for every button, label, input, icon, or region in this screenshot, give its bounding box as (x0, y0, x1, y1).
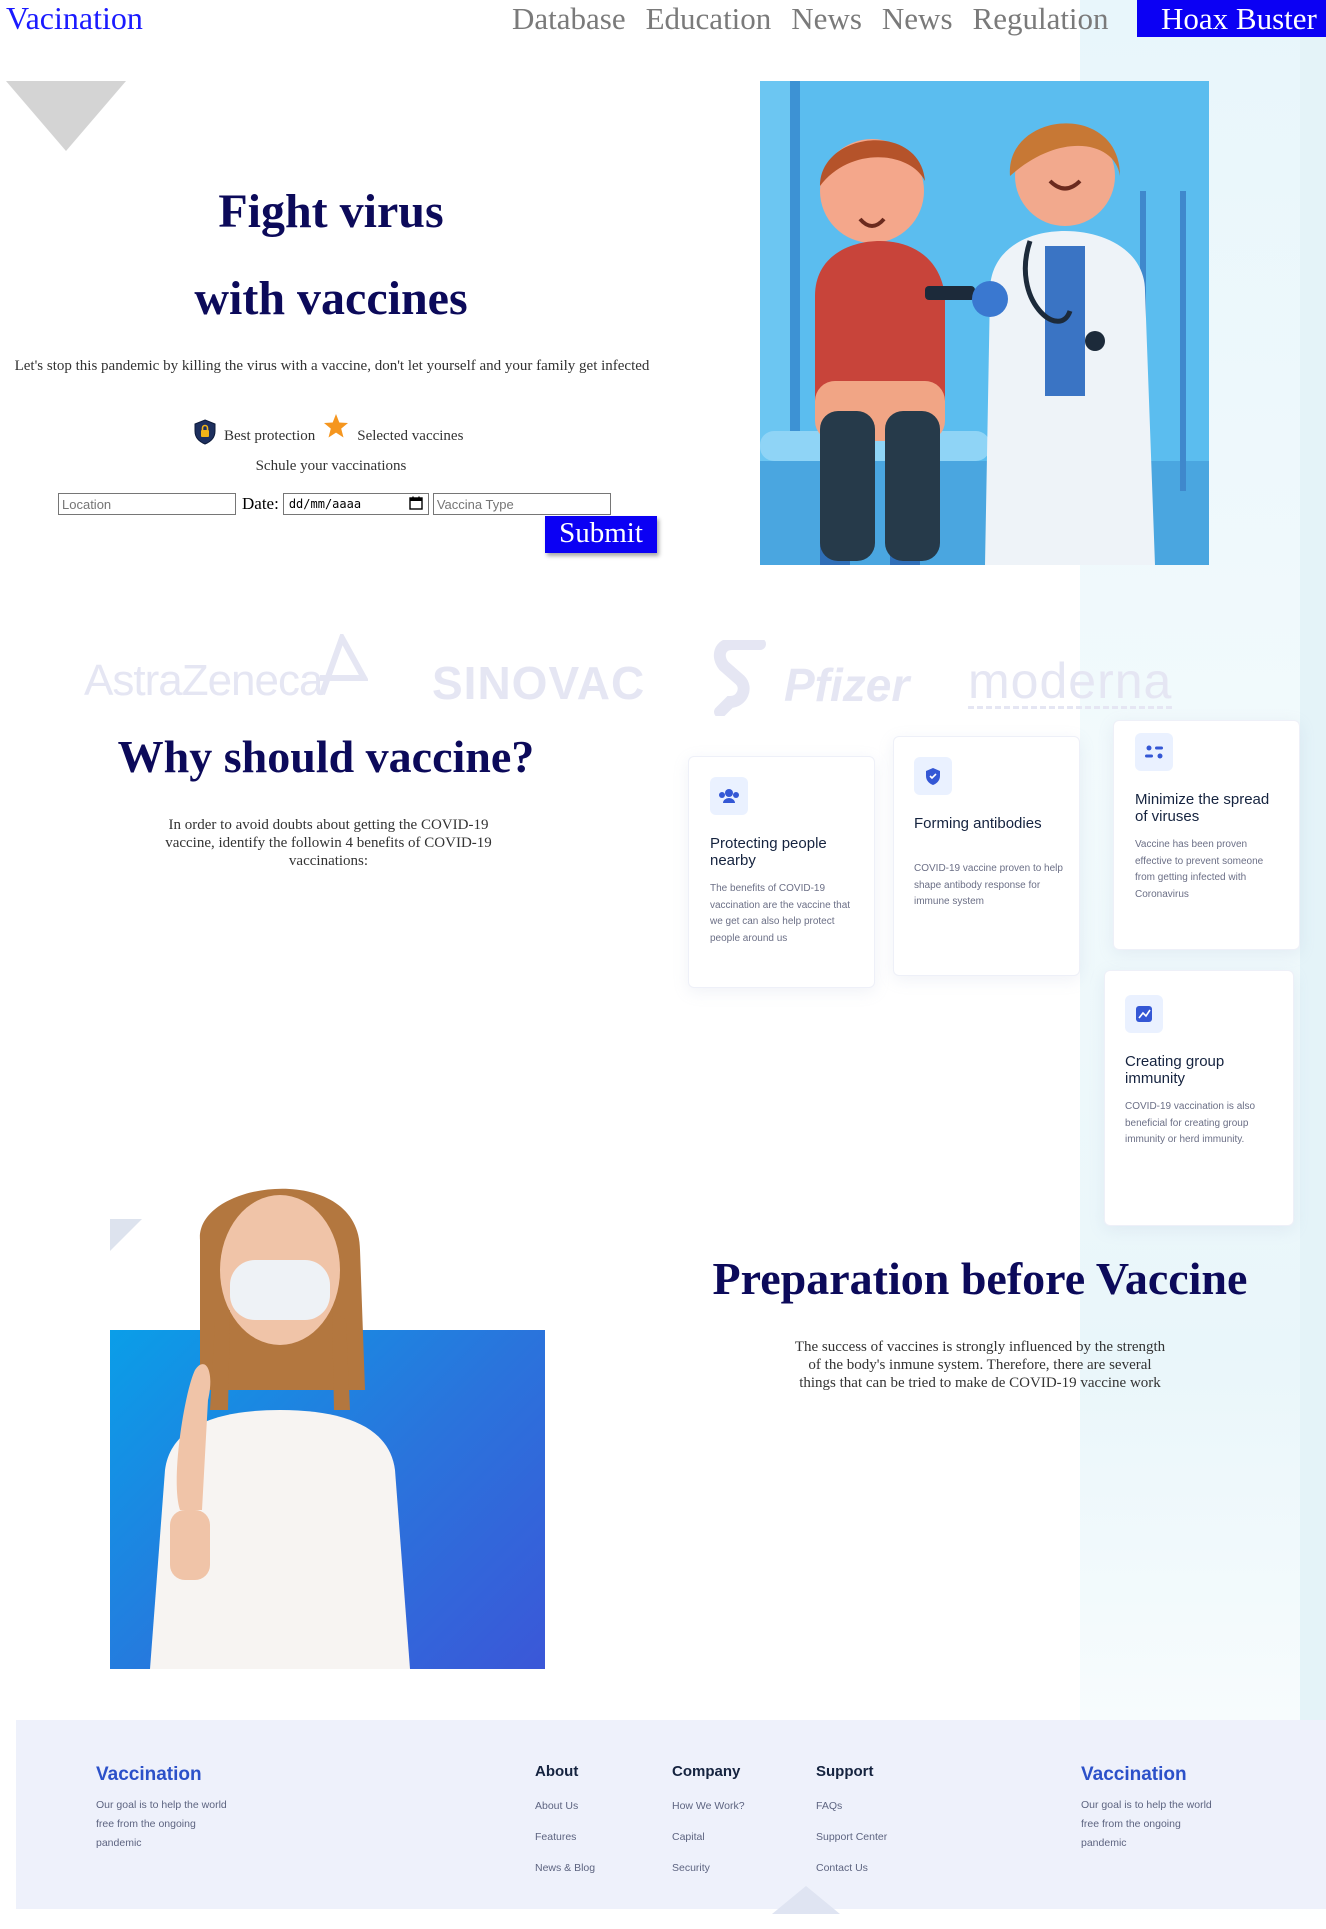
card-title: Creating group immunity (1125, 1053, 1225, 1087)
astrazeneca-icon (312, 630, 370, 705)
main-nav: Database Education News News Regulation (512, 0, 1109, 40)
feature-selected-vaccines: Selected vaccines (357, 428, 464, 444)
vaccination-illustration (760, 81, 1209, 565)
card-title: Minimize the spread of viruses (1135, 791, 1270, 825)
footer-link-features[interactable]: Features (535, 1831, 576, 1843)
footer-link-how-we-work[interactable]: How We Work? (672, 1800, 745, 1812)
submit-button[interactable]: Submit (545, 516, 657, 553)
why-description: In order to avoid doubts about getting t… (165, 817, 492, 869)
decorative-triangle-footer (772, 1886, 840, 1914)
card-text: Vaccine has been proven effective to pre… (1135, 839, 1264, 900)
pfizer-icon (712, 638, 784, 721)
benefit-card-antibodies: Forming antibodies COVID-19 vaccine prov… (893, 736, 1080, 976)
schedule-form: Date: dd/mm/aaaa (58, 493, 611, 515)
nav-link-regulation[interactable]: Regulation (973, 0, 1109, 40)
hero-features: Best protection Selected vaccines (194, 411, 463, 445)
shield-icon (914, 757, 952, 795)
hoax-buster-button[interactable]: Hoax Buster (1137, 0, 1326, 37)
footer-link-news-blog[interactable]: News & Blog (535, 1862, 595, 1874)
date-input[interactable]: dd/mm/aaaa (282, 493, 429, 515)
virus-icon (1135, 733, 1173, 771)
why-title: Why should vaccine? (117, 731, 535, 782)
footer-link-contact-us[interactable]: Contact Us (816, 1862, 868, 1874)
nav-link-news-2[interactable]: News (882, 0, 953, 40)
prep-description: The success of vaccines is strongly infl… (794, 1339, 1166, 1391)
calendar-icon[interactable] (409, 496, 423, 513)
feature-best-protection: Best protection (224, 428, 316, 444)
footer-tagline: Our goal is to help the world free from … (96, 1799, 227, 1849)
brand-astrazeneca: AstraZeneca (84, 656, 323, 705)
footer-brand[interactable]: Vaccination (96, 1764, 202, 1786)
footer-link-support-center[interactable]: Support Center (816, 1831, 887, 1843)
benefit-card-immunity: Creating group immunity COVID-19 vaccina… (1104, 970, 1294, 1226)
brand-sinovac: SINOVAC (432, 657, 646, 709)
footer-link-faqs[interactable]: FAQs (816, 1800, 842, 1812)
hero-description: Let's stop this pandemic by killing the … (14, 358, 650, 374)
footer-heading-about: About (535, 1763, 579, 1780)
footer-heading-support: Support (816, 1763, 874, 1780)
hero-title-line2: with vaccines (194, 272, 468, 325)
benefit-card-minimize: Minimize the spread of viruses Vaccine h… (1113, 720, 1300, 950)
card-text: COVID-19 vaccine proven to help shape an… (914, 863, 1063, 907)
card-text: COVID-19 vaccination is also beneficial … (1125, 1101, 1256, 1145)
footer-heading-company: Company (672, 1763, 741, 1780)
prep-title: Preparation before Vaccine (712, 1253, 1248, 1304)
background-edge (1300, 0, 1326, 1720)
decorative-corner (110, 1219, 142, 1251)
card-text: The benefits of COVID-19 vaccination are… (710, 883, 851, 944)
shield-lock-icon (194, 419, 216, 445)
hero-title-line1: Fight virus (218, 185, 444, 238)
footer-link-about-us[interactable]: About Us (535, 1800, 578, 1812)
masked-woman-photo (110, 1188, 545, 1669)
brand-pfizer: Pfizer (784, 659, 910, 711)
benefit-card-protecting: Protecting people nearby The benefits of… (688, 756, 875, 988)
decorative-triangle (6, 81, 126, 151)
people-icon (710, 777, 748, 815)
nav-link-education[interactable]: Education (646, 0, 772, 40)
location-input[interactable] (58, 493, 236, 515)
schedule-label: Schule your vaccinations (255, 458, 407, 474)
card-title: Protecting people nearby (710, 835, 827, 869)
footer-link-capital[interactable]: Capital (672, 1831, 705, 1843)
footer-tagline-secondary: Our goal is to help the world free from … (1081, 1799, 1212, 1849)
nav-link-database[interactable]: Database (512, 0, 626, 40)
star-icon (323, 413, 349, 439)
chart-icon (1125, 995, 1163, 1033)
vaccine-type-input[interactable] (432, 493, 611, 515)
card-title: Forming antibodies (914, 815, 1042, 832)
brand-logo[interactable]: Vacination (6, 0, 143, 37)
nav-link-news[interactable]: News (791, 0, 862, 40)
brand-moderna: moderna (968, 653, 1173, 709)
date-placeholder: dd/mm/aaaa (288, 497, 362, 511)
footer-link-security[interactable]: Security (672, 1862, 710, 1874)
date-label: Date: (242, 494, 279, 513)
footer-brand-secondary[interactable]: Vaccination (1081, 1764, 1187, 1786)
